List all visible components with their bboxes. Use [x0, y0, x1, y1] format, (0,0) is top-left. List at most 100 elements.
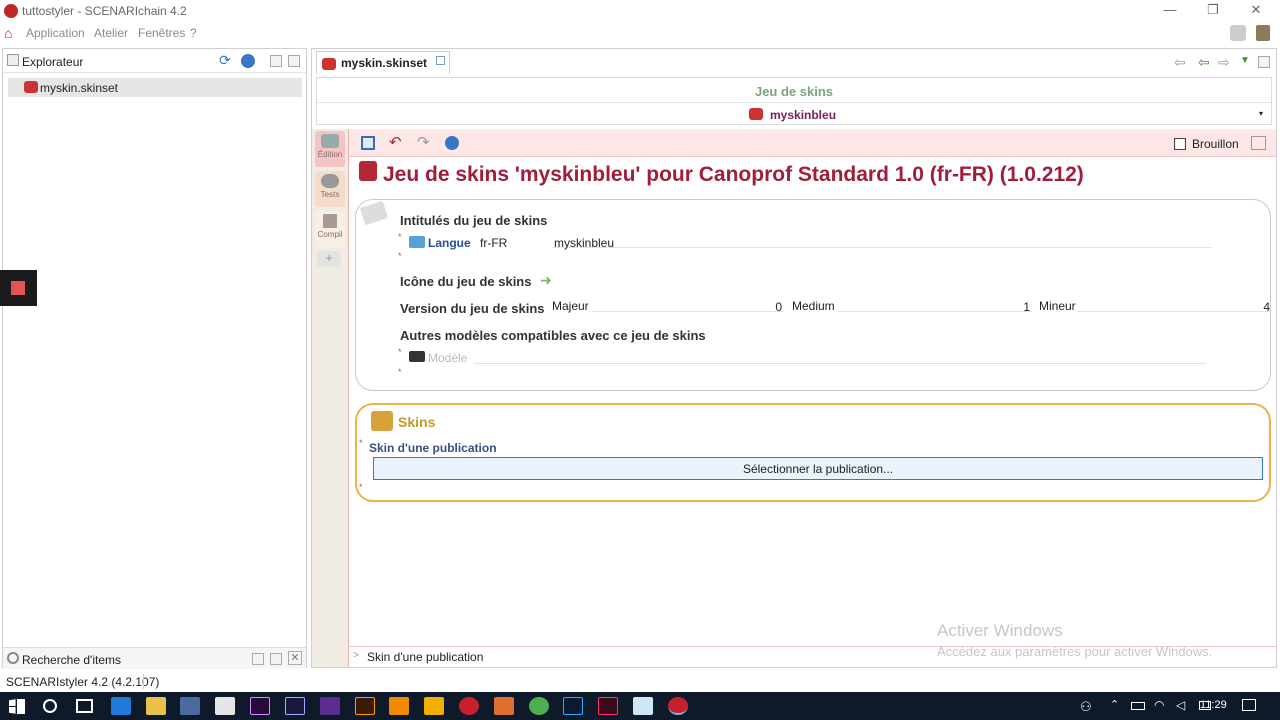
skinset-header-icon: [749, 108, 763, 120]
skins-title: Skins: [398, 414, 436, 430]
refresh-icon[interactable]: ⟳: [219, 52, 231, 69]
recording-widget[interactable]: [0, 270, 37, 306]
side-tabs: Édition Tests Compil +: [312, 129, 348, 667]
premiere-icon[interactable]: [250, 697, 270, 715]
explorer-header: Explorateur ⟳: [3, 49, 306, 73]
status-bar: SCENARIstyler 4.2 (4.2.107): [0, 672, 1280, 692]
header-select-arrow-icon[interactable]: ▾: [1259, 109, 1263, 118]
volume-icon[interactable]: ◁: [1176, 698, 1185, 712]
search-panel-header: Recherche d'items ✕: [3, 647, 306, 669]
taskbar: ⚇ ⌃ ◠ ◁ 11:29: [0, 692, 1280, 720]
redo-icon[interactable]: ↷: [417, 133, 430, 151]
close-button[interactable]: ✕: [1246, 2, 1266, 20]
tab-skinset[interactable]: myskin.skinset: [316, 51, 451, 74]
majeur-label: Majeur: [552, 299, 589, 313]
side-compil[interactable]: Compil: [315, 211, 345, 247]
add-icon-arrow-icon[interactable]: ➜: [540, 272, 552, 289]
langue-icon: [409, 236, 425, 248]
home-icon[interactable]: ⌂: [4, 25, 12, 41]
minimize-button[interactable]: —: [1160, 2, 1180, 20]
editor-panel: myskin.skinset ⇦ ⇦ ⇨ ▼ Jeu de skins mysk…: [311, 48, 1277, 668]
bottom-path-label[interactable]: Skin d'une publication: [367, 650, 483, 664]
tree-item[interactable]: myskin.skinset: [8, 78, 302, 97]
battery-icon[interactable]: [1131, 702, 1145, 710]
tab-pin-icon[interactable]: [436, 56, 446, 65]
back-icon[interactable]: ⇦: [1174, 54, 1186, 71]
add-circle-icon[interactable]: [241, 54, 255, 68]
indesign-icon[interactable]: [598, 697, 618, 715]
mineur-label: Mineur: [1039, 299, 1076, 313]
brouillon-checkbox[interactable]: [1174, 138, 1186, 150]
name-value: myskinbleu: [554, 236, 615, 250]
header-select[interactable]: myskinbleu ▾: [317, 102, 1271, 124]
wifi-icon[interactable]: ◠: [1154, 698, 1164, 712]
langue-value[interactable]: fr-FR: [480, 236, 507, 250]
menu-application[interactable]: Application: [26, 26, 85, 40]
nav-dropdown-icon[interactable]: ▼: [1240, 55, 1250, 66]
menu-atelier[interactable]: Atelier: [94, 26, 128, 40]
bottom-path-bar: > Skin d'une publication: [349, 646, 1276, 666]
required-star-2: *: [398, 251, 402, 261]
undo-icon[interactable]: ↶: [389, 133, 402, 151]
eye-icon: [321, 174, 339, 188]
editor-maximize-icon[interactable]: [1258, 56, 1270, 68]
name-field[interactable]: myskinbleu: [552, 234, 1212, 250]
scenari-taskbar-icon[interactable]: [668, 697, 688, 715]
properties-box: Intitulés du jeu de skins * Langue fr-FR…: [355, 199, 1272, 391]
restore-button[interactable]: ❐: [1203, 2, 1223, 20]
search-max-icon[interactable]: [270, 653, 282, 665]
version-label: Version du jeu de skins: [400, 301, 545, 316]
search-min-icon[interactable]: [252, 653, 264, 665]
visual-studio-icon[interactable]: [320, 697, 340, 715]
cortana-circle-icon[interactable]: [43, 699, 57, 713]
required-star-5: *: [359, 438, 363, 448]
medium-field[interactable]: 1: [838, 298, 1032, 314]
minimize-panel-icon[interactable]: [270, 55, 282, 67]
help-book-icon[interactable]: [1256, 25, 1270, 41]
clock-time[interactable]: 11:29: [1200, 699, 1227, 711]
nav-prev-icon[interactable]: ⇦: [1198, 54, 1210, 71]
expand-icon[interactable]: >: [353, 650, 359, 661]
edge-icon[interactable]: [111, 697, 131, 715]
majeur-field[interactable]: 0: [592, 298, 784, 314]
side-compil-label: Compil: [317, 230, 343, 239]
medium-label: Medium: [792, 299, 835, 313]
content-maximize-icon[interactable]: [1251, 136, 1266, 150]
maximize-panel-icon[interactable]: [288, 55, 300, 67]
required-star-6: *: [359, 482, 363, 492]
mail-icon[interactable]: [215, 697, 235, 715]
photoshop-icon[interactable]: [563, 697, 583, 715]
app-red-icon[interactable]: [459, 697, 479, 715]
store-icon[interactable]: [180, 697, 200, 715]
explorer-panel: Explorateur ⟳ myskin.skinset Recherche d…: [2, 48, 307, 669]
vlc-icon[interactable]: [389, 697, 409, 715]
help-circle-icon[interactable]: [445, 136, 459, 150]
after-effects-icon[interactable]: [285, 697, 305, 715]
mineur-field[interactable]: 4: [1078, 298, 1272, 314]
app-orange-icon[interactable]: [494, 697, 514, 715]
windows-start-icon-right[interactable]: [17, 699, 25, 714]
illustrator-icon[interactable]: [355, 697, 375, 715]
notification-icon[interactable]: [1242, 699, 1256, 711]
side-edition[interactable]: Édition: [315, 131, 345, 167]
search-close-icon[interactable]: ✕: [288, 651, 302, 665]
app-yellow-icon[interactable]: [424, 697, 444, 715]
side-add-icon[interactable]: +: [317, 251, 341, 267]
side-tests[interactable]: Tests: [315, 171, 345, 207]
task-view-icon[interactable]: [76, 699, 93, 713]
explorer-icon: [7, 54, 19, 66]
menu-fenetres[interactable]: Fenêtres: [138, 26, 185, 40]
app-logo-icon: [4, 4, 18, 18]
people-icon[interactable]: ⚇: [1080, 699, 1092, 715]
chrome-icon[interactable]: [529, 697, 549, 715]
nav-next-icon[interactable]: ⇨: [1218, 54, 1230, 71]
select-publication-button[interactable]: Sélectionner la publication...: [373, 457, 1263, 480]
tray-chevron-icon[interactable]: ⌃: [1110, 698, 1119, 711]
user-icon[interactable]: [1230, 25, 1246, 41]
file-explorer-icon[interactable]: [146, 697, 166, 715]
menu-help[interactable]: ?: [190, 26, 197, 40]
save-icon[interactable]: [361, 136, 375, 150]
stop-icon[interactable]: [11, 281, 25, 295]
modele-field[interactable]: [474, 350, 1206, 364]
notepad-icon[interactable]: [633, 697, 653, 715]
